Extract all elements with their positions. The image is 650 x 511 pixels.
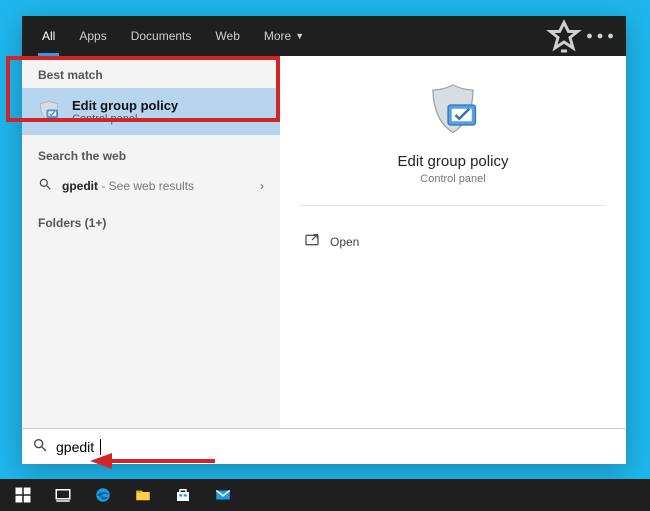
search-icon [32, 437, 48, 456]
chevron-down-icon: ▼ [295, 31, 304, 41]
filter-more-label: More [264, 29, 291, 43]
body-area: Best match Edit group policy Control pan… [22, 56, 626, 428]
web-result-text: gpedit - See web results [62, 179, 194, 193]
filter-all[interactable]: All [30, 16, 67, 56]
search-web-header: Search the web [22, 135, 280, 169]
open-action[interactable]: Open [300, 226, 606, 257]
divider [300, 205, 606, 206]
search-box[interactable]: gpedit [22, 428, 626, 464]
folders-header: Folders (1+) [22, 202, 280, 236]
taskbar-edge-icon[interactable] [84, 479, 122, 511]
taskbar [0, 479, 650, 511]
filter-all-label: All [42, 29, 55, 43]
open-icon [304, 232, 320, 251]
task-view-button[interactable] [44, 479, 82, 511]
filter-more[interactable]: More ▼ [252, 16, 316, 56]
feedback-icon[interactable] [546, 16, 582, 56]
filter-web[interactable]: Web [203, 16, 251, 56]
filter-web-label: Web [215, 29, 239, 43]
web-result-term: gpedit [62, 179, 98, 193]
chevron-right-icon: › [260, 179, 264, 193]
ellipsis-icon[interactable] [582, 16, 618, 56]
best-match-subtitle: Control panel [72, 113, 178, 125]
best-match-result[interactable]: Edit group policy Control panel [22, 88, 280, 135]
filter-apps[interactable]: Apps [67, 16, 118, 56]
start-search-panel: All Apps Documents Web More ▼ Best match [22, 16, 626, 464]
taskbar-mail-icon[interactable] [204, 479, 242, 511]
preview-title: Edit group policy [300, 153, 606, 170]
best-match-title: Edit group policy [72, 98, 178, 113]
best-match-header: Best match [22, 68, 280, 88]
preview-shield-icon [423, 80, 483, 143]
preview-subtitle: Control panel [300, 173, 606, 185]
filter-documents-label: Documents [131, 29, 192, 43]
filter-documents[interactable]: Documents [119, 16, 204, 56]
start-button[interactable] [4, 479, 42, 511]
web-result-row[interactable]: gpedit - See web results › [22, 169, 280, 202]
filter-bar: All Apps Documents Web More ▼ [22, 16, 626, 56]
taskbar-store-icon[interactable] [164, 479, 202, 511]
best-match-text: Edit group policy Control panel [72, 98, 178, 125]
taskbar-file-explorer-icon[interactable] [124, 479, 162, 511]
web-result-tail: - See web results [98, 179, 194, 193]
results-column: Best match Edit group policy Control pan… [22, 56, 280, 428]
preview-pane: Edit group policy Control panel Open [280, 56, 626, 428]
search-icon [38, 177, 52, 194]
filter-apps-label: Apps [79, 29, 106, 43]
control-panel-shield-icon [36, 99, 62, 125]
text-cursor [100, 439, 101, 455]
search-query: gpedit [56, 439, 94, 455]
open-label: Open [330, 235, 359, 249]
